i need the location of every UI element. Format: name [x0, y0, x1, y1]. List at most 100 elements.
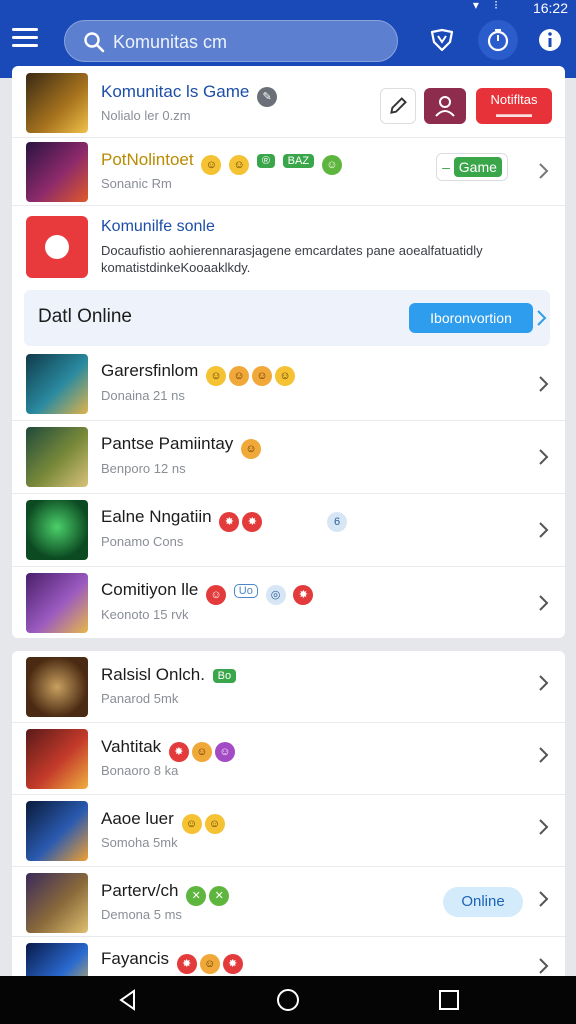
emoji-icon: ☺ — [199, 954, 220, 974]
game-thumbnail — [26, 73, 88, 133]
emoji-icon: ☺ — [191, 742, 212, 762]
emoji-icon: ☺ — [229, 155, 250, 175]
list-item[interactable]: Parterv/ch ✕ ✕ Demona 5 ms Online — [12, 867, 565, 937]
pencil-icon — [390, 97, 407, 114]
game-thumbnail — [26, 873, 88, 933]
badge: BAZ — [282, 154, 315, 168]
badge-icon: 6 — [327, 512, 348, 532]
item-subtitle: Panarod 5mk — [101, 691, 179, 706]
emoji-icon: ✕ — [209, 886, 230, 906]
item-subtitle: Somoha 5mk — [101, 835, 178, 850]
list-item[interactable]: Comitiyon lle ☺ Uo ◎ ✸ Keonoto 15 rvk — [12, 567, 565, 638]
game-thumbnail — [26, 427, 88, 487]
recents-icon[interactable] — [438, 988, 460, 1012]
list-item[interactable]: Ealne Nngatiin ✸ ✸ 6 Ponamo Cons — [12, 494, 565, 567]
badge: Bo — [212, 669, 237, 683]
game-thumbnail — [26, 657, 88, 717]
emoji-icon: ☺ — [204, 814, 225, 834]
item-subtitle: Demona 5 ms — [101, 907, 182, 922]
list-item[interactable]: Komunitac ls Game ✎ Nolialo ler 0.zm Not… — [12, 66, 565, 138]
item-title: Garersfinlom ☺ ☺ ☺ ☺ — [101, 361, 296, 386]
emoji-icon: ✸ — [176, 954, 197, 974]
menu-icon[interactable] — [12, 28, 38, 50]
home-icon[interactable] — [276, 988, 300, 1012]
list-item[interactable]: Pantse Pamiintay ☺ Benporo 12 ns — [12, 421, 565, 494]
edit-button[interactable] — [380, 88, 416, 124]
game-thumbnail — [26, 142, 88, 202]
chevron-right-icon[interactable] — [537, 162, 551, 180]
person-icon — [435, 96, 455, 117]
chevron-right-icon[interactable] — [537, 746, 551, 764]
item-title: Fayancis ✸ ☺ ✸ — [101, 949, 243, 974]
search-icon — [84, 32, 105, 53]
list-item[interactable]: Aaoe luer ☺ ☺ Somoha 5mk — [12, 795, 565, 867]
game-thumbnail — [26, 354, 88, 414]
profile-button[interactable] — [424, 88, 466, 124]
emoji-icon: ✸ — [219, 512, 240, 532]
notification-sub-icon: ▬▬▬▬ — [496, 109, 532, 119]
item-subtitle: Ponamo Cons — [101, 534, 184, 549]
emoji-icon: ☺ — [229, 366, 250, 386]
search-input[interactable]: Komunitas cm — [64, 20, 398, 62]
chevron-right-icon[interactable] — [536, 309, 548, 327]
community-logo — [26, 216, 88, 278]
game-thumbnail — [26, 801, 88, 861]
section-title: Datl Online — [38, 306, 132, 327]
section-header: Datl Online Iboronvortion — [24, 290, 550, 346]
chevron-right-icon[interactable] — [537, 594, 551, 612]
list-item[interactable]: Garersfinlom ☺ ☺ ☺ ☺ Donaina 21 ns — [12, 348, 565, 421]
chevron-right-icon[interactable] — [537, 818, 551, 836]
emoji-icon: ☺ — [252, 366, 273, 386]
chevron-right-icon[interactable] — [537, 521, 551, 539]
emoji-icon: ☺ — [206, 366, 227, 386]
chevron-right-icon[interactable] — [537, 448, 551, 466]
emoji-icon: ✕ — [186, 886, 207, 906]
emoji-icon: ✸ — [168, 742, 189, 762]
game-thumbnail — [26, 573, 88, 633]
timer-icon[interactable] — [478, 20, 518, 60]
info-title: Komunilfe sonle — [101, 218, 215, 235]
chevron-right-icon[interactable] — [537, 957, 551, 975]
emoji-icon: ☺ — [206, 585, 227, 605]
game-button[interactable]: – Game — [436, 153, 508, 181]
list-item[interactable]: PotNolintoet ☺ ☺ ® BAZ ☺ Sonanic Rm – Ga… — [12, 138, 565, 206]
list-item[interactable]: Ralsisl Onlch. Bo Panarod 5mk — [12, 651, 565, 723]
back-icon[interactable] — [116, 988, 140, 1012]
chevron-right-icon[interactable] — [537, 375, 551, 393]
system-nav-bar — [0, 976, 576, 1024]
heart-icon[interactable] — [428, 26, 456, 54]
item-title: PotNolintoet ☺ ☺ ® BAZ ☺ — [101, 150, 342, 175]
chevron-right-icon[interactable] — [537, 674, 551, 692]
section-action-button[interactable]: Iboronvortion — [409, 303, 533, 333]
list-item[interactable]: Vahtitak ✸ ☺ ☺ Bonaoro 8 ka — [12, 723, 565, 795]
chevron-right-icon[interactable] — [537, 890, 551, 908]
search-text: Komunitas cm — [113, 32, 228, 52]
item-title: Ealne Nngatiin ✸ ✸ 6 — [101, 507, 348, 532]
emoji-icon: ☺ — [201, 155, 222, 175]
emoji-icon: ☺ — [241, 439, 262, 459]
emoji-icon: ☺ — [214, 742, 235, 762]
community-card: Komunitac ls Game ✎ Nolialo ler 0.zm Not… — [12, 66, 565, 638]
game-thumbnail — [26, 729, 88, 789]
item-title: Vahtitak ✸ ☺ ☺ — [101, 737, 235, 762]
item-subtitle: Keonoto 15 rvk — [101, 607, 189, 622]
game-thumbnail — [26, 500, 88, 560]
item-subtitle: Donaina 21 ns — [101, 388, 185, 403]
info-icon[interactable] — [536, 26, 564, 54]
list-item[interactable]: Fayancis ✸ ☺ ✸ — [12, 937, 565, 981]
item-title: Aaoe luer ☺ ☺ — [101, 809, 225, 834]
badge: Uo — [233, 584, 258, 598]
item-title: Komunitac ls Game ✎ — [101, 82, 278, 107]
emoji-icon: ✸ — [222, 954, 243, 974]
item-title: Ralsisl Onlch. Bo — [101, 665, 237, 685]
notification-button[interactable]: Notifltas ▬▬▬▬ — [476, 88, 552, 124]
status-time: 16:22 — [532, 0, 568, 16]
gamepad-icon: ✎ — [257, 87, 278, 107]
item-title: Pantse Pamiintay ☺ — [101, 434, 262, 459]
community-card: Ralsisl Onlch. Bo Panarod 5mk Vahtitak ✸… — [12, 651, 565, 981]
info-block: Komunilfe sonle Docaufistio aohierennara… — [12, 206, 565, 290]
online-button[interactable]: Online — [443, 887, 523, 917]
emoji-icon: ☺ — [321, 155, 342, 175]
info-description: Docaufistio aohierennarasjagene emcardat… — [101, 243, 483, 275]
badge-icon: ◎ — [265, 585, 286, 605]
